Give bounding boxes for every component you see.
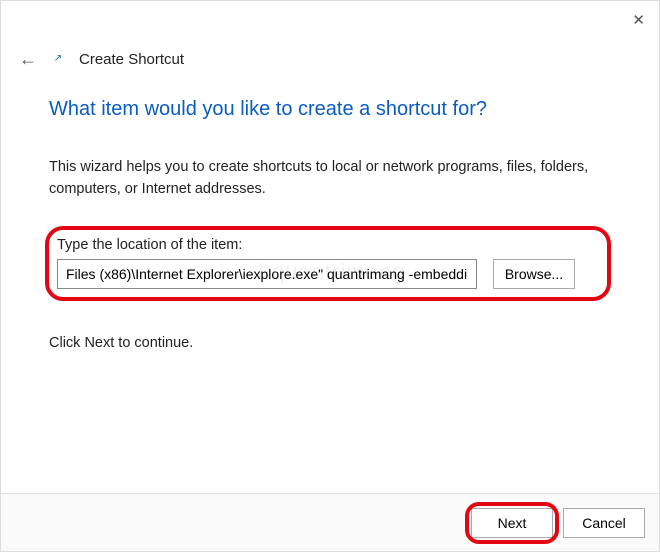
location-row: Browse... (57, 259, 603, 289)
continue-hint: Click Next to continue. (49, 335, 611, 351)
shortcut-icon: ↗ (51, 53, 65, 67)
cancel-button[interactable]: Cancel (563, 508, 645, 538)
next-button[interactable]: Next (471, 508, 553, 538)
wizard-content: What item would you like to create a sho… (1, 70, 659, 351)
close-button[interactable]: ✕ (632, 11, 645, 29)
back-arrow-icon: ← (19, 49, 37, 69)
description-text: This wizard helps you to create shortcut… (49, 157, 611, 201)
wizard-footer: Next Cancel (1, 493, 659, 551)
location-label: Type the location of the item: (57, 237, 603, 253)
wizard-header: ← ↗ Create Shortcut (1, 1, 659, 70)
location-section: Type the location of the item: Browse... (49, 231, 611, 299)
page-heading: What item would you like to create a sho… (49, 98, 611, 121)
location-input[interactable] (57, 259, 477, 289)
browse-button[interactable]: Browse... (493, 259, 575, 289)
close-icon: ✕ (632, 12, 645, 29)
back-button[interactable]: ← (19, 49, 37, 70)
next-button-wrap: Next (471, 508, 553, 538)
wizard-title: Create Shortcut (79, 51, 184, 68)
